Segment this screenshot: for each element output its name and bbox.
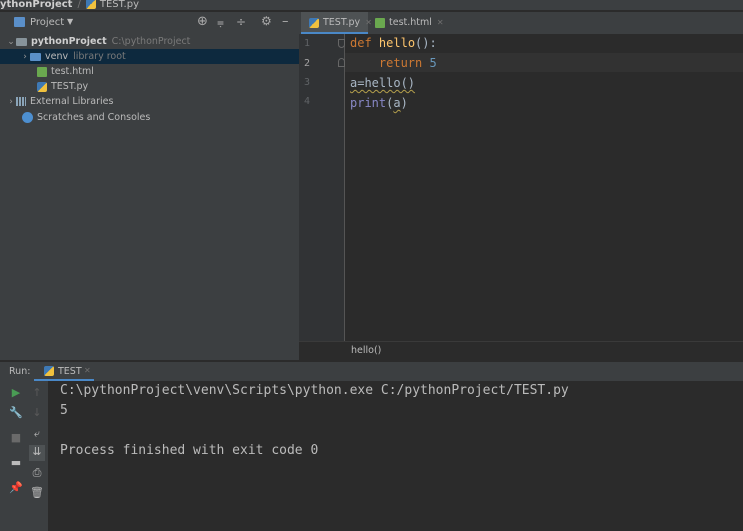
code-number: 5 <box>429 56 437 70</box>
code-line-3: a=hello() <box>350 75 415 91</box>
tree-item-pythonproject[interactable]: ⌄ pythonProject C:\pythonProject <box>6 34 190 49</box>
gear-icon[interactable]: ⚙ <box>261 14 272 28</box>
project-tree: ⌄ pythonProject C:\pythonProject › venv libr… <box>0 34 299 360</box>
tree-item-venv[interactable]: › venv library root <box>0 49 299 64</box>
python-file-icon <box>37 81 47 92</box>
rerun-icon[interactable]: ▶ <box>9 386 23 400</box>
tree-item-test-html[interactable]: test.html <box>37 64 94 79</box>
code-function-name: hello <box>378 36 416 50</box>
editor-gutter[interactable]: 1 2 3 4 <box>299 34 345 341</box>
pin-icon[interactable]: 📌 <box>9 481 23 495</box>
code-keyword: return <box>378 56 423 70</box>
chevron-right-icon[interactable]: › <box>6 95 16 110</box>
editor-breadcrumb: hello() <box>299 341 743 360</box>
wrench-icon[interactable]: 🔧 <box>9 406 23 420</box>
line-number: 4 <box>304 96 311 107</box>
chevron-right-icon[interactable]: › <box>20 50 30 65</box>
layout-icon[interactable]: ▬ <box>9 456 23 470</box>
breadcrumb-function[interactable]: hello() <box>351 345 381 356</box>
tree-root-path: C:\pythonProject <box>111 36 191 47</box>
code-line-1: def hello(): <box>350 35 437 51</box>
trash-icon[interactable]: 🗑 <box>30 486 44 500</box>
close-icon[interactable]: ✕ <box>84 366 91 375</box>
up-arrow-icon[interactable]: ↑ <box>30 386 44 400</box>
tree-file-py: TEST.py <box>51 81 89 92</box>
html-file-icon <box>37 66 47 77</box>
folder-icon <box>16 37 27 46</box>
title-project-name[interactable]: ythonProject <box>0 0 72 10</box>
tree-item-test-py[interactable]: TEST.py <box>37 79 88 94</box>
scratches-icon <box>22 112 33 123</box>
python-file-icon <box>309 17 319 28</box>
console-line: C:\pythonProject\venv\Scripts\python.exe… <box>60 383 569 398</box>
run-toolbar: ▶ ↑ 🔧 ↓ ■ ⤶ ⇊ ▬ ⎙ 📌 🗑 <box>0 381 48 531</box>
close-icon[interactable]: ✕ <box>365 18 372 27</box>
soft-wrap-icon[interactable]: ⤶ <box>30 427 44 441</box>
line-number: 3 <box>304 77 311 88</box>
code-text: a=hello() <box>350 76 416 90</box>
library-icon <box>16 97 26 106</box>
run-tab-label: TEST <box>58 366 82 377</box>
tab-test-html[interactable]: test.html ✕ <box>375 12 451 34</box>
console-line: Process finished with exit code 0 <box>60 443 319 458</box>
tree-venv-label: venv <box>45 51 69 62</box>
title-bar: ythonProject / TEST.py <box>0 0 743 10</box>
code-keyword: def <box>350 36 372 50</box>
python-file-icon <box>85 0 96 9</box>
run-tab-test[interactable]: TEST ✕ <box>34 362 94 381</box>
tree-root-label: pythonProject <box>31 36 107 47</box>
expand-all-icon[interactable]: ⩦ <box>217 15 224 30</box>
tree-file-html: test.html <box>51 66 94 77</box>
scroll-to-end-icon[interactable]: ⇊ <box>29 445 45 461</box>
line-number: 1 <box>304 38 311 49</box>
project-view-icon <box>14 17 25 27</box>
chevron-down-icon[interactable]: ▼ <box>67 17 73 26</box>
code-line-2: return 5 <box>350 55 437 71</box>
html-file-icon <box>375 17 385 28</box>
down-arrow-icon[interactable]: ↓ <box>30 406 44 420</box>
tab-label: test.html <box>389 17 432 28</box>
run-panel-header: Run: TEST ✕ <box>0 362 743 381</box>
stop-icon[interactable]: ■ <box>9 431 23 445</box>
code-text: (): <box>415 36 437 50</box>
code-builtin: print <box>350 96 387 110</box>
print-icon[interactable]: ⎙ <box>30 466 44 480</box>
line-number: 2 <box>304 58 311 69</box>
python-file-icon <box>44 366 54 376</box>
tree-item-scratches[interactable]: Scratches and Consoles <box>22 110 150 125</box>
code-text: ) <box>400 96 408 110</box>
project-view-dropdown[interactable]: Project <box>30 17 64 28</box>
tree-external-libs: External Libraries <box>30 96 114 107</box>
console-line: 5 <box>60 403 68 418</box>
tree-venv-note: library root <box>73 51 126 62</box>
tab-test-py[interactable]: TEST.py ✕ <box>301 12 372 34</box>
chevron-down-icon[interactable]: ⌄ <box>6 35 16 50</box>
tree-scratches: Scratches and Consoles <box>37 112 151 123</box>
run-label: Run: <box>9 366 31 377</box>
folder-icon <box>30 52 41 61</box>
tab-label: TEST.py <box>323 17 361 28</box>
tree-item-external-libraries[interactable]: › External Libraries <box>6 94 113 109</box>
title-file-name[interactable]: TEST.py <box>100 0 139 10</box>
code-line-4: print(a) <box>350 95 408 111</box>
locate-icon[interactable]: ⊕ <box>197 14 208 29</box>
code-text: a <box>393 96 401 110</box>
hide-panel-icon[interactable]: – <box>282 14 289 29</box>
fold-icon[interactable] <box>338 58 345 67</box>
editor-tab-bar: TEST.py ✕ test.html ✕ <box>299 12 743 34</box>
fold-icon[interactable] <box>338 39 345 48</box>
project-panel-header: Project ▼ ⊕ ⩦ ÷ ⚙ – <box>0 12 299 34</box>
collapse-all-icon[interactable]: ÷ <box>236 15 246 29</box>
close-icon[interactable]: ✕ <box>437 18 444 27</box>
